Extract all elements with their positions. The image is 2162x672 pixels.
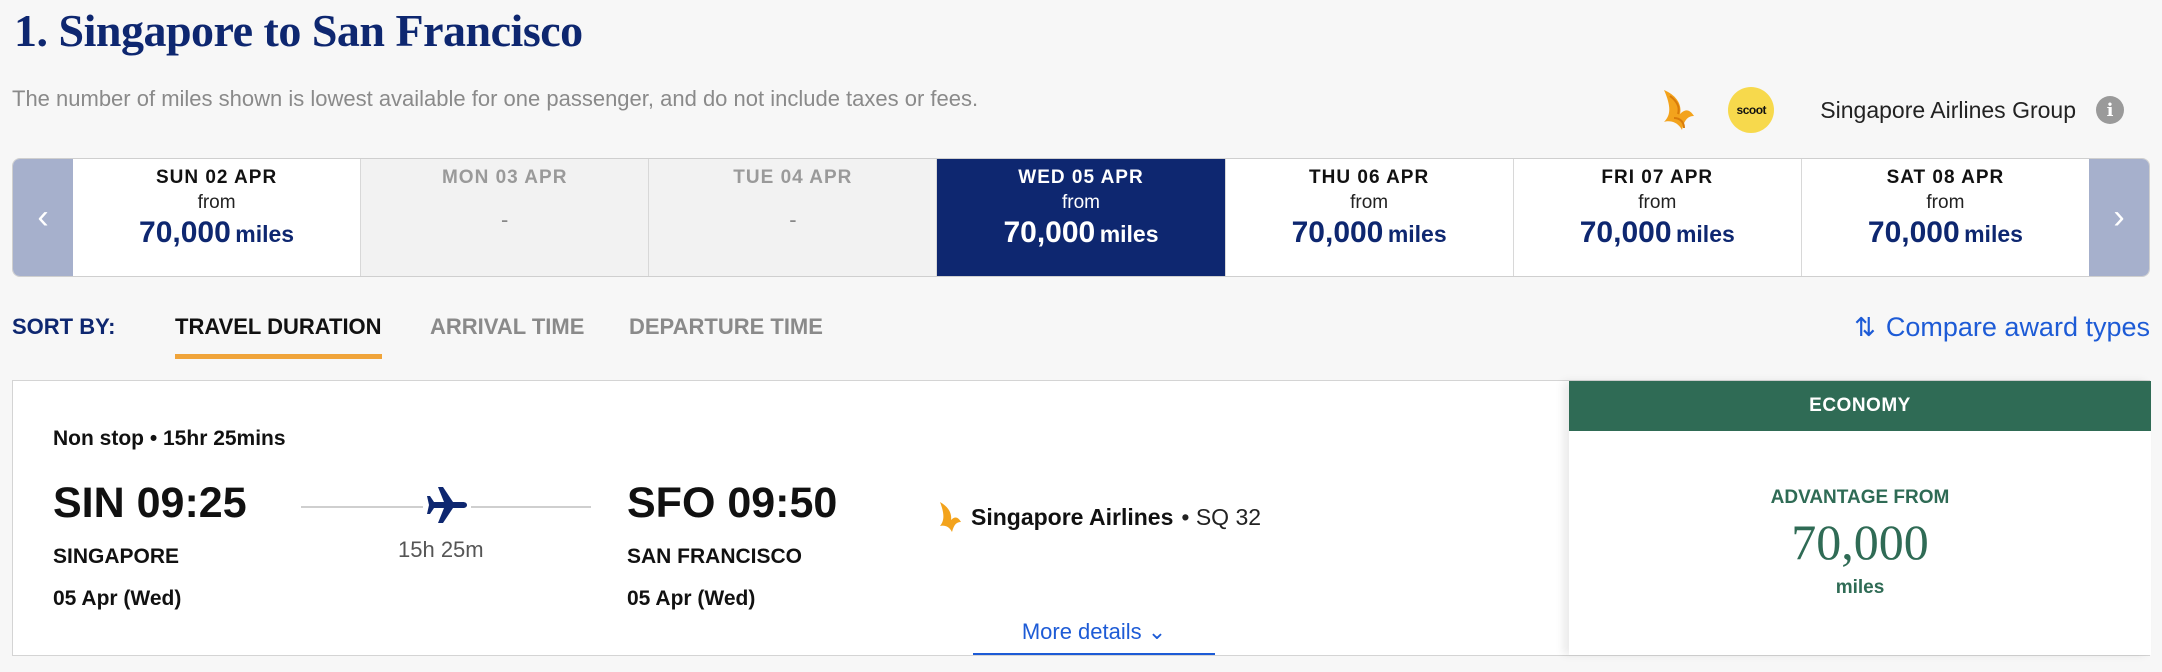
date-option-thu-06-apr[interactable]: THU 06 APR from 70,000 miles <box>1225 159 1514 276</box>
departure-city: SINGAPORE <box>53 545 180 568</box>
compare-award-types-link[interactable]: ⇅ Compare award types <box>1854 312 2150 343</box>
airline-group-label: Singapore Airlines Group <box>1820 96 2076 123</box>
sort-by-label: SORT BY: <box>12 314 116 339</box>
date-selector: ‹ SUN 02 APR from 70,000 miles MON 03 AP… <box>12 158 2150 277</box>
from-label: from <box>1926 192 1965 213</box>
unavailable-dash: - <box>789 207 797 232</box>
date-price: 70,000 miles <box>1867 216 2023 249</box>
singapore-airlines-logo-icon <box>1664 90 1695 130</box>
date-label: THU 06 APR <box>1309 167 1430 188</box>
date-price: 70,000 miles <box>139 216 295 249</box>
page: 1. Singapore to San Francisco The number… <box>0 0 2162 672</box>
date-list: SUN 02 APR from 70,000 miles MON 03 APR … <box>73 159 2089 276</box>
singapore-airlines-logo-icon <box>940 502 961 532</box>
departure-code-time: SIN 09:25 <box>53 479 247 527</box>
airplane-icon <box>423 481 471 529</box>
arrival-date: 05 Apr (Wed) <box>627 587 756 610</box>
date-option-sun-02-apr[interactable]: SUN 02 APR from 70,000 miles <box>73 159 362 276</box>
flight-result-card: Non stop • 15hr 25mins SIN 09:25 SINGAPO… <box>12 380 2151 656</box>
sort-tab-departure-time[interactable]: DEPARTURE TIME <box>629 314 823 354</box>
scoot-logo-icon: scoot <box>1728 87 1775 133</box>
miles-disclaimer: The number of miles shown is lowest avai… <box>12 86 979 111</box>
operating-airline: Singapore Airlines • SQ 32 <box>937 499 1261 535</box>
arrival-city: SAN FRANCISCO <box>627 545 803 568</box>
date-option-fri-07-apr[interactable]: FRI 07 APR from 70,000 miles <box>1513 159 1802 276</box>
date-option-tue-04-apr: TUE 04 APR - <box>649 159 938 276</box>
flight-duration: 15h 25m <box>398 537 484 562</box>
airline-group-brands: scoot Singapore Airlines Group i <box>1660 80 2124 140</box>
cabin-class-header: ECONOMY <box>1569 381 2151 431</box>
from-label: from <box>197 192 236 213</box>
date-option-sat-08-apr[interactable]: SAT 08 APR from 70,000 miles <box>1801 159 2089 276</box>
stop-duration-info: Non stop • 15hr 25mins <box>53 427 286 450</box>
next-dates-button[interactable]: › <box>2089 159 2149 276</box>
date-option-mon-03-apr: MON 03 APR - <box>361 159 650 276</box>
previous-dates-button[interactable]: ‹ <box>13 159 73 276</box>
arrival-code-time: SFO 09:50 <box>627 479 838 527</box>
date-label: WED 05 APR <box>1018 167 1144 188</box>
date-label: SUN 02 APR <box>155 167 278 188</box>
date-label: MON 03 APR <box>441 167 568 188</box>
airline-name: Singapore Airlines <box>971 503 1174 530</box>
swap-arrows-icon: ⇅ <box>1854 312 1876 342</box>
date-label: SAT 08 APR <box>1886 167 2005 188</box>
date-label: FRI 07 APR <box>1601 167 1714 188</box>
date-label: TUE 04 APR <box>733 167 853 188</box>
info-icon[interactable]: i <box>2096 96 2124 124</box>
from-label: from <box>1350 192 1389 213</box>
unavailable-dash: - <box>501 207 509 232</box>
date-option-wed-05-apr[interactable]: WED 05 APR from 70,000 miles <box>937 159 1226 276</box>
flight-number: • SQ 32 <box>1181 503 1262 530</box>
economy-fare-option[interactable]: ECONOMY ADVANTAGE FROM 70,000 miles <box>1569 381 2151 655</box>
more-details-link[interactable]: More details ⌄ <box>973 619 1215 655</box>
date-price: 70,000 miles <box>1579 216 1735 249</box>
from-label: from <box>1638 192 1677 213</box>
date-price: 70,000 miles <box>1003 216 1159 249</box>
fare-price: 70,000 <box>1791 514 1929 570</box>
sort-bar: SORT BY: TRAVEL DURATION ARRIVAL TIME DE… <box>12 308 2150 360</box>
date-price: 70,000 miles <box>1291 216 1447 249</box>
sort-tab-travel-duration[interactable]: TRAVEL DURATION <box>175 314 382 359</box>
page-title: 1. Singapore to San Francisco <box>14 5 583 56</box>
sort-tab-arrival-time[interactable]: ARRIVAL TIME <box>430 314 584 354</box>
fare-type-label: ADVANTAGE FROM <box>1770 487 1950 508</box>
compare-award-types-label: Compare award types <box>1885 312 2150 342</box>
fare-unit: miles <box>1835 577 1885 598</box>
departure-date: 05 Apr (Wed) <box>53 587 182 610</box>
from-label: from <box>1061 192 1100 213</box>
